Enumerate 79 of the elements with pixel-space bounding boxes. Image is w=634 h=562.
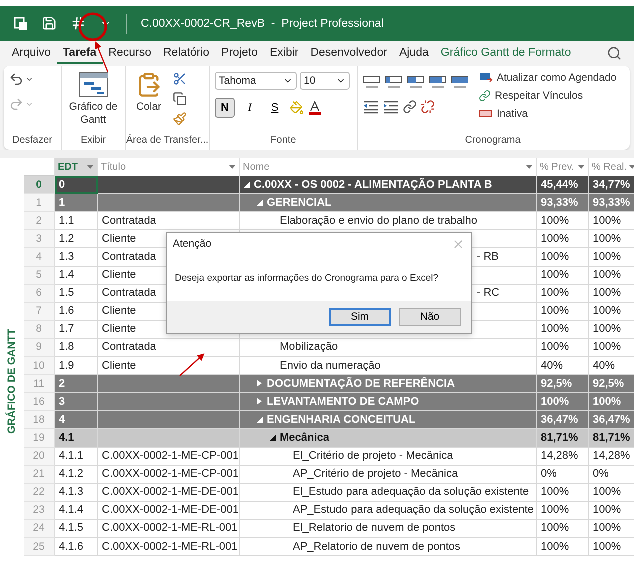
task-name: LEVANTAMENTO DE CAMPO — [267, 396, 420, 408]
row-number: 23 — [24, 502, 55, 520]
task-name: AP_Critério de projeto - Mecânica — [293, 468, 458, 480]
table-cell: 100% — [537, 320, 589, 339]
row-number: 22 — [24, 484, 55, 502]
table-cell: 92,5% — [589, 375, 634, 394]
table-cell: 93,33% — [537, 194, 589, 212]
group-label: Cronograma — [464, 135, 522, 148]
dialog-title: Atenção — [173, 238, 212, 251]
row-number: 25 — [24, 538, 55, 556]
table-cell: 100% — [589, 266, 634, 285]
table-cell: 14,28% — [537, 448, 589, 466]
table-cell: 81,71% — [589, 429, 634, 448]
table-cell: 100% — [537, 393, 589, 412]
table-cell: 0% — [589, 466, 634, 484]
row-number: 9 — [24, 338, 55, 358]
task-name: Mecânica — [280, 432, 330, 444]
row-number: 24 — [24, 520, 55, 538]
task-name: Elaboração e envio do plano de trabalho — [280, 214, 478, 227]
row-number: 4 — [24, 248, 55, 267]
table-cell: 100% — [537, 266, 589, 285]
task-name: DOCUMENTAÇÃO DE REFERÊNCIA — [267, 378, 456, 390]
task-name: AP_Estudo para adequação da solução existente — [293, 504, 534, 516]
task-name: Mobilização — [280, 341, 338, 354]
row-number: 2 — [24, 212, 55, 230]
row-number: 11 — [24, 375, 55, 394]
table-cell: 34,77% — [589, 176, 634, 194]
row-number: 19 — [24, 429, 55, 448]
table-cell: 100% — [537, 230, 589, 248]
task-name: El_Relatorio de nuvem de pontos — [293, 522, 456, 534]
table-cell: 0% — [537, 466, 589, 484]
table-cell: 100% — [537, 338, 589, 358]
row-number: 7 — [24, 302, 55, 321]
window-title: C.00XX-0002-CR_RevB - Project Professional — [141, 18, 384, 30]
group-label: Exibir — [80, 135, 107, 148]
row-number: 1 — [24, 194, 55, 212]
table-cell: 45,44% — [537, 176, 589, 194]
task-name: C.00XX - OS 0002 - ALIMENTAÇÃO PLANTA B — [254, 178, 492, 191]
task-name: El_Estudo para adequação da solução existente — [293, 486, 530, 498]
row-number: 16 — [24, 393, 55, 412]
row-number: 3 — [24, 230, 55, 248]
row-number: 8 — [24, 320, 55, 339]
row-number: 5 — [24, 266, 55, 285]
task-name: AP_Relatorio de nuvem de pontos — [293, 540, 461, 553]
row-number: 0 — [24, 176, 55, 194]
table-cell: 81,71% — [537, 429, 589, 448]
table-cell: 100% — [537, 484, 589, 502]
task-name: - RB — [477, 251, 499, 264]
table-cell: 40% — [537, 357, 589, 376]
task-name: Envio da numeração — [280, 360, 381, 372]
table-cell: 100% — [537, 248, 589, 267]
task-name: - RC — [477, 287, 500, 300]
view-label: GRÁFICO DE GANTT — [6, 329, 18, 434]
table-cell: 100% — [537, 302, 589, 321]
table-cell: 100% — [537, 538, 589, 556]
table-cell: 100% — [589, 393, 634, 412]
group-label: Área de Transfer... — [126, 135, 209, 148]
task-name: El_Critério de projeto - Mecânica — [293, 450, 454, 462]
row-number: 18 — [24, 411, 55, 430]
table-cell: 92,5% — [537, 375, 589, 394]
table-cell: 14,28% — [589, 448, 634, 466]
task-name: GERENCIAL — [267, 196, 332, 209]
table-cell: 100% — [537, 212, 589, 230]
row-number: 20 — [24, 448, 55, 466]
task-name: ENGENHARIA CONCEITUAL — [267, 414, 416, 426]
table-cell: 100% — [537, 520, 589, 538]
table-cell: 100% — [537, 502, 589, 520]
row-number: 10 — [24, 357, 55, 376]
table-cell: 36,47% — [589, 411, 634, 430]
row-number: 6 — [24, 284, 55, 303]
table-cell: 36,47% — [537, 411, 589, 430]
table-cell: 100% — [589, 484, 634, 502]
table-cell: 100% — [589, 284, 634, 303]
table-cell: 93,33% — [589, 194, 634, 212]
dialog-message: Deseja exportar as informações do Cronograma para o Excel? — [175, 273, 438, 285]
group-label: Fonte — [270, 135, 298, 148]
table-cell: 100% — [537, 284, 589, 303]
row-number: 21 — [24, 466, 55, 484]
group-label: Desfazer — [11, 135, 54, 148]
